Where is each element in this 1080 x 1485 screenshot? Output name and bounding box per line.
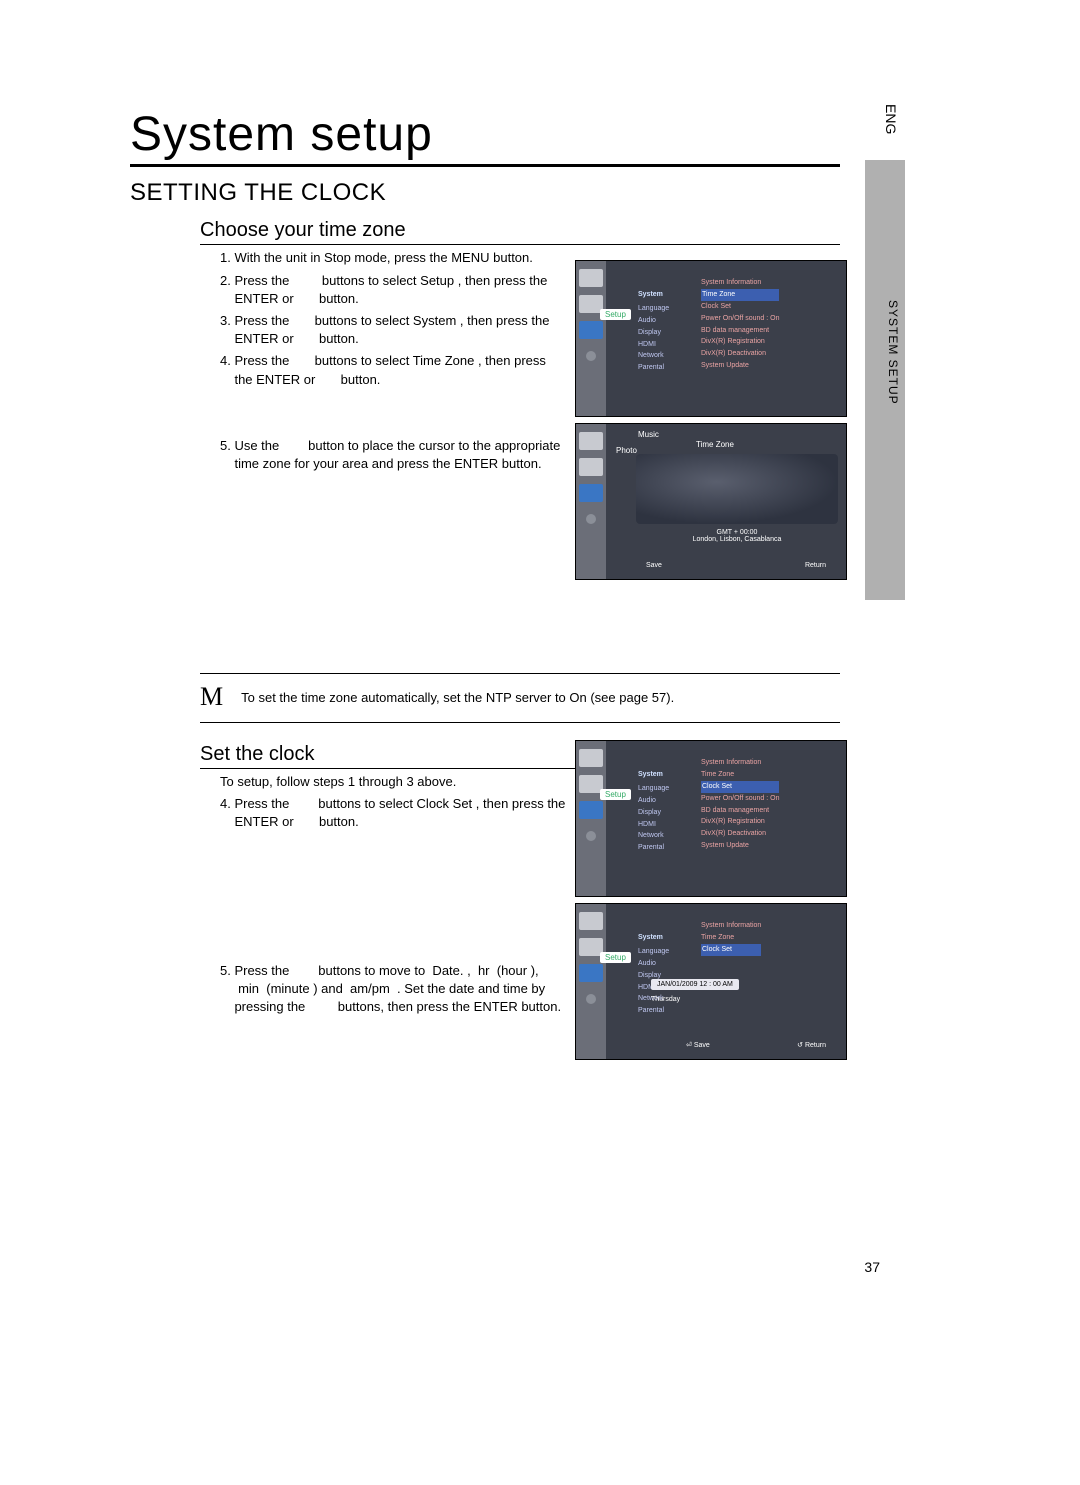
item: Clock Set [701, 301, 779, 313]
section-label: SYSTEM SETUP [886, 300, 900, 405]
figure-column-2: Setup System Language Audio Display HDMI… [575, 740, 847, 1066]
menu-col1: System Language Audio Display HDMI Netwo… [638, 289, 669, 374]
item-hl: Clock Set [701, 944, 761, 956]
note-mark: M [200, 684, 223, 710]
music-icon [579, 432, 603, 450]
clock-date-row: JAN/01/2009 12 : 00 AM [651, 979, 739, 990]
label-photo: Photo [616, 446, 637, 455]
item: BD data management [701, 805, 779, 817]
sidebar [576, 261, 606, 416]
subsection-timezone: Choose your time zone [200, 219, 840, 245]
menu-col1: System Language Audio Display HDMI Netwo… [638, 769, 669, 854]
note-text: To set the time zone automatically, set … [241, 690, 840, 705]
item: DivX(R) Deactivation [701, 348, 779, 360]
page-title: System setup [130, 110, 840, 167]
item: System Update [701, 840, 779, 852]
item: BD data management [701, 325, 779, 337]
sidebar [576, 424, 606, 579]
menu-items: Language Audio Display HDMI Network Pare… [638, 785, 669, 851]
menu-head: System [638, 289, 669, 301]
return-label: Return [805, 562, 826, 569]
screenshot-timezone-map: Music Photo Time Zone GMT + 00:00 London… [575, 423, 847, 580]
setup-icon [579, 484, 603, 502]
music-icon [579, 912, 603, 930]
dot-icon [586, 994, 596, 1004]
item: Power On/Off sound : On [701, 793, 779, 805]
sidebar [576, 741, 606, 896]
sidebar [576, 904, 606, 1059]
menu-col2: System Information Time Zone Clock Set P… [701, 757, 779, 852]
label-music: Music [638, 430, 659, 439]
menu-col2: System Information Time Zone Clock Set P… [701, 277, 779, 372]
menu-col1: System Language Audio Display HDMI Netwo… [638, 932, 669, 1017]
menu-col2: System Information Time Zone Clock Set [701, 920, 761, 956]
item: DivX(R) Registration [701, 336, 779, 348]
item: System Information [701, 277, 779, 289]
photo-icon [579, 458, 603, 476]
item: System Update [701, 360, 779, 372]
section-title: SETTING THE CLOCK [130, 179, 950, 207]
music-icon [579, 749, 603, 767]
note-box: M To set the time zone automatically, se… [200, 673, 840, 723]
figure-column: Setup System Language Audio Display HDMI… [575, 260, 847, 586]
lang-badge: ENG [877, 100, 905, 144]
save-label: Save [646, 562, 662, 569]
world-map-icon [636, 454, 838, 524]
screenshot-clockset-menu: Setup System Language Audio Display HDMI… [575, 740, 847, 897]
menu-items: Language Audio Display HDMI Network Pare… [638, 305, 669, 371]
item: System Information [701, 920, 761, 932]
tz-caption: GMT + 00:00 London, Lisbon, Casablanca [636, 529, 838, 543]
item: DivX(R) Registration [701, 816, 779, 828]
music-icon [579, 269, 603, 287]
setup-icon [579, 801, 603, 819]
item-hl: Clock Set [701, 781, 779, 793]
clock-day: Thursday [651, 996, 680, 1003]
dot-icon [586, 514, 596, 524]
item: System Information [701, 757, 779, 769]
setup-icon [579, 321, 603, 339]
save-label: ⏎ Save [686, 1041, 710, 1049]
page-number: 37 [864, 1259, 880, 1275]
item-hl: Time Zone [701, 289, 779, 301]
item: DivX(R) Deactivation [701, 828, 779, 840]
dot-icon [586, 831, 596, 841]
menu-head: System [638, 769, 669, 781]
setup-chip: Setup [600, 952, 631, 963]
screenshot-clockset-edit: Setup System Language Audio Display HDMI… [575, 903, 847, 1060]
setup-icon [579, 964, 603, 982]
side-column: ENG SYSTEM SETUP [870, 100, 900, 600]
screenshot-timezone-menu: Setup System Language Audio Display HDMI… [575, 260, 847, 417]
return-label: ↺ Return [797, 1041, 826, 1049]
menu-head: System [638, 932, 669, 944]
item: Power On/Off sound : On [701, 313, 779, 325]
setup-chip: Setup [600, 789, 631, 800]
setup-chip: Setup [600, 309, 631, 320]
dot-icon [586, 351, 596, 361]
item: Time Zone [701, 932, 761, 944]
item: Time Zone [701, 769, 779, 781]
label-tz: Time Zone [696, 440, 734, 449]
